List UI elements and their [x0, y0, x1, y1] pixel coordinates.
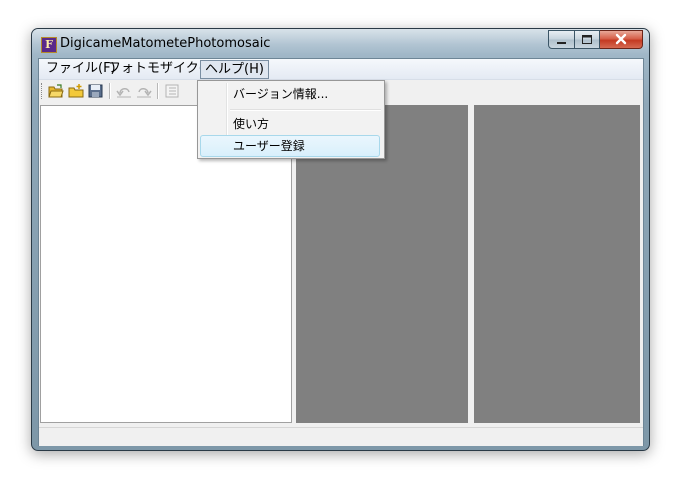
window-title: DigicameMatometePhotomosaic	[60, 36, 271, 51]
new-folder-button[interactable]	[67, 82, 85, 100]
open-folder-icon	[48, 84, 64, 98]
toolbar-separator	[157, 83, 159, 99]
menu-item-label: ユーザー登録	[233, 139, 305, 153]
redo-icon	[137, 88, 152, 98]
minimize-icon	[557, 42, 566, 44]
status-bar	[39, 427, 643, 446]
maximize-button[interactable]	[575, 30, 600, 49]
toolbar-grip[interactable]	[41, 83, 44, 99]
help-dropdown-menu: バージョン情報... 使い方 ユーザー登録	[197, 80, 385, 159]
menu-item-label: 使い方	[233, 117, 270, 131]
menu-item-label: バージョン情報...	[233, 87, 329, 101]
menu-item-usage[interactable]: 使い方	[201, 113, 381, 135]
caption-buttons	[548, 30, 643, 49]
properties-icon	[165, 84, 179, 98]
properties-button[interactable]	[163, 82, 181, 100]
undo-button[interactable]	[115, 82, 133, 100]
menu-item-version-info[interactable]: バージョン情報...	[201, 83, 381, 105]
close-icon	[615, 33, 627, 45]
preview-pane-right[interactable]	[474, 105, 640, 423]
minimize-button[interactable]	[548, 30, 575, 49]
save-icon	[88, 84, 103, 98]
maximize-icon	[582, 35, 592, 44]
menu-separator	[230, 109, 381, 111]
save-button[interactable]	[87, 82, 105, 100]
open-button[interactable]	[47, 82, 65, 100]
toolbar-separator	[109, 83, 111, 99]
redo-button[interactable]	[135, 82, 153, 100]
close-button[interactable]	[600, 30, 643, 49]
menu-help[interactable]: ヘルプ(H)	[200, 60, 269, 79]
new-folder-icon	[68, 84, 84, 98]
app-icon: F	[41, 37, 57, 53]
undo-icon	[116, 88, 131, 98]
menu-bar: ファイル(F) フォトモザイク(M) ヘルプ(H)	[39, 59, 643, 80]
menu-item-user-registration[interactable]: ユーザー登録	[200, 135, 380, 157]
